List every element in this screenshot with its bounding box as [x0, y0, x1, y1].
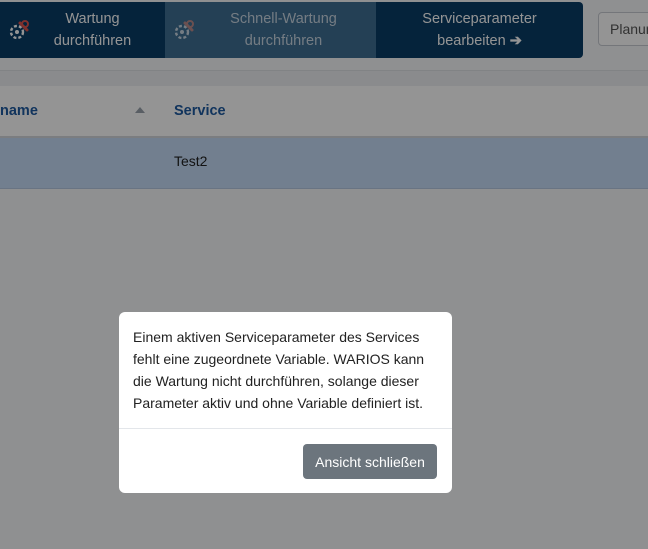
dialog-message: Einem aktiven Serviceparameter des Servi…: [133, 329, 425, 411]
warning-dialog: Einem aktiven Serviceparameter des Servi…: [119, 312, 452, 493]
close-view-button[interactable]: Ansicht schließen: [303, 444, 437, 479]
dialog-divider: [119, 428, 452, 429]
